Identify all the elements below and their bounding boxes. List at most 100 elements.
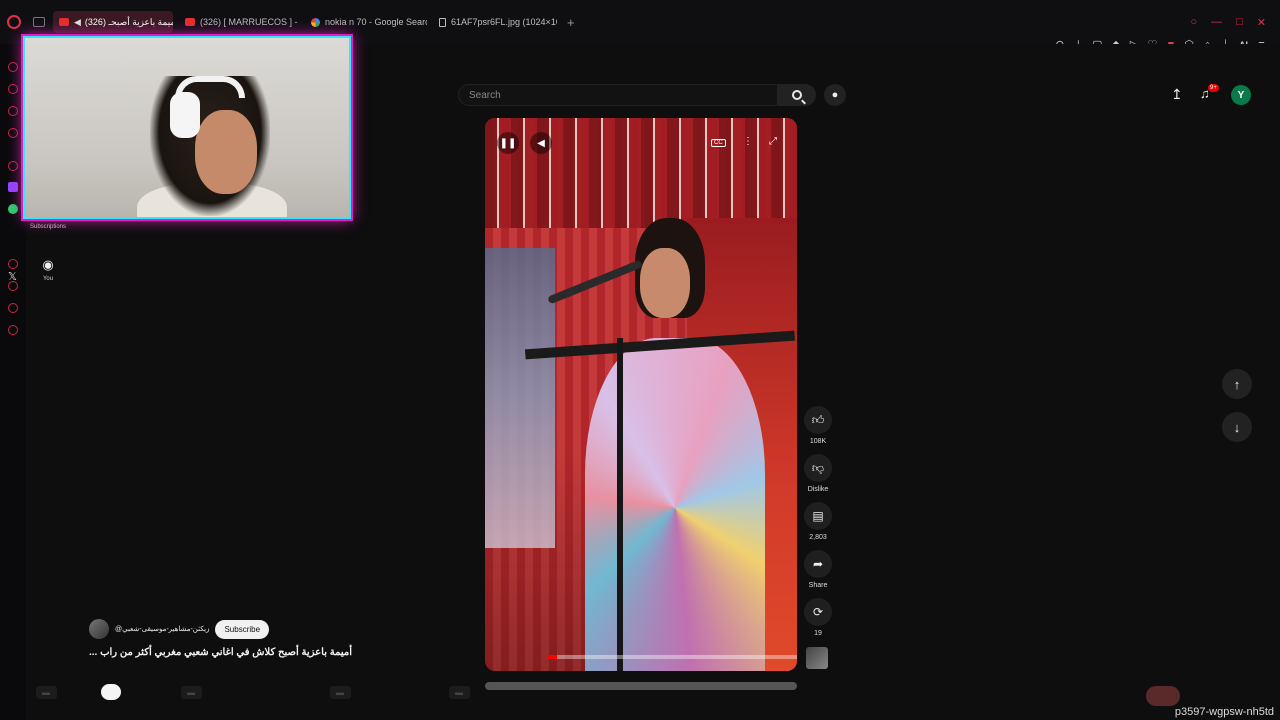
nav-you[interactable]: ◉ You — [26, 257, 70, 282]
video-singer — [585, 218, 765, 671]
tab-image[interactable]: 61AF7psr6FL.jpg (1024×10 — [433, 11, 557, 33]
settings-icon[interactable] — [8, 325, 18, 335]
search-placeholder: Search — [469, 90, 501, 101]
like-button[interactable]: 👍︎ 108K — [800, 406, 836, 445]
thumbs-down-icon: 👎︎ — [804, 454, 832, 482]
video-mic-stand — [617, 338, 623, 671]
sound-thumbnail[interactable] — [806, 647, 828, 669]
chat-avatar — [1146, 686, 1180, 706]
video-tent-pattern — [485, 118, 797, 228]
google-favicon-icon — [311, 17, 320, 27]
close-icon[interactable]: ✕ — [1257, 16, 1266, 29]
more-options-icon[interactable]: ⋮ — [743, 136, 753, 147]
maximize-icon[interactable]: □ — [1236, 16, 1243, 29]
subscribe-button[interactable]: Subscribe — [215, 619, 270, 639]
key-icon: ▬ — [330, 685, 351, 699]
sidebar-app-icon[interactable] — [8, 259, 18, 269]
cc-icon: CC — [711, 139, 726, 147]
captions-button[interactable]: CC — [711, 136, 726, 147]
search-icon — [792, 90, 802, 100]
webcam-overlay — [23, 36, 351, 219]
sidebar-app-icon[interactable] — [8, 62, 18, 72]
whatsapp-icon[interactable] — [8, 204, 18, 214]
stream-id: p3597-wgpsw-nh5td — [1174, 706, 1274, 718]
volume-button[interactable]: ◀ — [530, 132, 552, 154]
video-progress-bar[interactable] — [547, 655, 797, 659]
chatgpt-icon[interactable] — [8, 161, 18, 171]
remix-icon: ⟳ — [804, 598, 832, 626]
share-button[interactable]: ➦ Share — [800, 550, 836, 589]
previous-short-button[interactable]: ↑ — [1222, 369, 1252, 399]
you-label: You — [42, 276, 54, 282]
dislike-button[interactable]: 👎︎ Dislike — [800, 454, 836, 493]
nav-subscriptions[interactable]: Subscriptions — [26, 224, 70, 230]
key-icon: ▬ — [449, 685, 470, 699]
tab-title: nokia n 70 - Google Searc — [325, 17, 427, 27]
dislike-label: Dislike — [807, 486, 829, 493]
overlay-item: ▬ — [449, 685, 478, 699]
volume-icon: ◀ — [537, 137, 545, 149]
channel-row: @زيكثن-مشاهير-موسيقى-شعبي Subscribe — [89, 619, 270, 639]
new-tab-button[interactable]: + — [567, 15, 575, 30]
comments-button[interactable]: ▤ 2,803 — [800, 502, 836, 541]
overlay-item: ▬ — [36, 685, 65, 699]
search-tabs-icon[interactable]: ○ — [1190, 16, 1197, 29]
channel-avatar[interactable] — [89, 619, 109, 639]
search-button[interactable] — [778, 84, 816, 106]
like-count: 108K — [809, 438, 827, 445]
video-musicians — [485, 248, 555, 548]
key-icon: ▬ — [181, 685, 202, 699]
voice-search-button[interactable]: ● — [824, 84, 846, 106]
notification-badge: 9+ — [1208, 84, 1219, 92]
mic-icon: ● — [831, 89, 839, 101]
sidebar-app-icon[interactable] — [8, 106, 18, 116]
headphones-icon — [170, 92, 200, 138]
document-favicon-icon — [439, 17, 446, 27]
comment-count: 2,803 — [809, 534, 827, 541]
subscriptions-label: Subscriptions — [29, 224, 67, 230]
create-icon[interactable]: ↥ — [1171, 86, 1183, 103]
remix-button[interactable]: ⟳ 19 — [800, 598, 836, 637]
overlay-active-item: ​ — [101, 684, 121, 700]
stream-overlay-bar: ▬ ​ ▬ ▬ ▬ — [0, 680, 1280, 704]
short-video-player[interactable]: ❚❚ ◀ CC ⋮ ⤢ — [485, 118, 797, 671]
video-title[interactable]: أميمة باعزية أصبح كلاش في اغاني شعبي مغر… — [89, 647, 352, 658]
share-label: Share — [808, 582, 828, 589]
remix-count: 19 — [814, 630, 822, 637]
pause-button[interactable]: ❚❚ — [497, 132, 519, 154]
window-controls: ○ — □ ✕ — [1190, 16, 1266, 29]
twitch-icon[interactable] — [8, 182, 18, 192]
video-face — [640, 248, 690, 318]
short-actions: 👍︎ 108K 👎︎ Dislike ▤ 2,803 ➦ Share ⟳ 19 — [800, 406, 836, 646]
screen: ◀ أميمة باعزية أصبحـ (326) (326) [ MARRU… — [0, 0, 1280, 720]
tab-youtube-active[interactable]: ◀ أميمة باعزية أصبحـ (326) — [53, 11, 173, 33]
youtube-favicon-icon — [185, 18, 195, 26]
share-icon: ➦ — [804, 550, 832, 578]
tab-youtube-marruecos[interactable]: (326) [ MARRUECOS ] - Y — [179, 11, 299, 33]
webcam-face — [195, 110, 257, 194]
video-progress-fill — [547, 655, 557, 659]
tab-google-search[interactable]: nokia n 70 - Google Searc — [305, 11, 427, 33]
sidebar-app-icon[interactable] — [8, 303, 18, 313]
key-icon: ▬ — [36, 685, 57, 699]
sidebar-app-icon[interactable] — [8, 84, 18, 94]
user-circle-icon: ◉ — [42, 257, 54, 272]
youtube-favicon-icon — [59, 18, 69, 26]
pause-icon: ❚❚ — [499, 137, 517, 149]
history-icon[interactable] — [8, 281, 18, 291]
browser-logo-icon[interactable] — [7, 15, 21, 29]
fullscreen-icon[interactable]: ⤢ — [769, 136, 777, 147]
tab-title: 61AF7psr6FL.jpg (1024×10 — [451, 17, 557, 27]
speaker-icon[interactable]: ◀ — [74, 17, 81, 28]
channel-name[interactable]: @زيكثن-مشاهير-موسيقى-شعبي — [115, 625, 209, 633]
tab-manager-icon[interactable] — [33, 17, 45, 27]
minimize-icon[interactable]: — — [1211, 16, 1222, 29]
thumbs-up-icon: 👍︎ — [804, 406, 832, 434]
video-dress — [585, 338, 765, 671]
search-input[interactable]: Search — [458, 84, 778, 106]
sidebar-app-icon[interactable] — [8, 128, 18, 138]
comment-icon: ▤ — [804, 502, 832, 530]
next-short-button[interactable]: ↓ — [1222, 412, 1252, 442]
avatar[interactable]: Y — [1231, 85, 1251, 105]
tab-title: (326) [ MARRUECOS ] - Y — [200, 17, 299, 27]
